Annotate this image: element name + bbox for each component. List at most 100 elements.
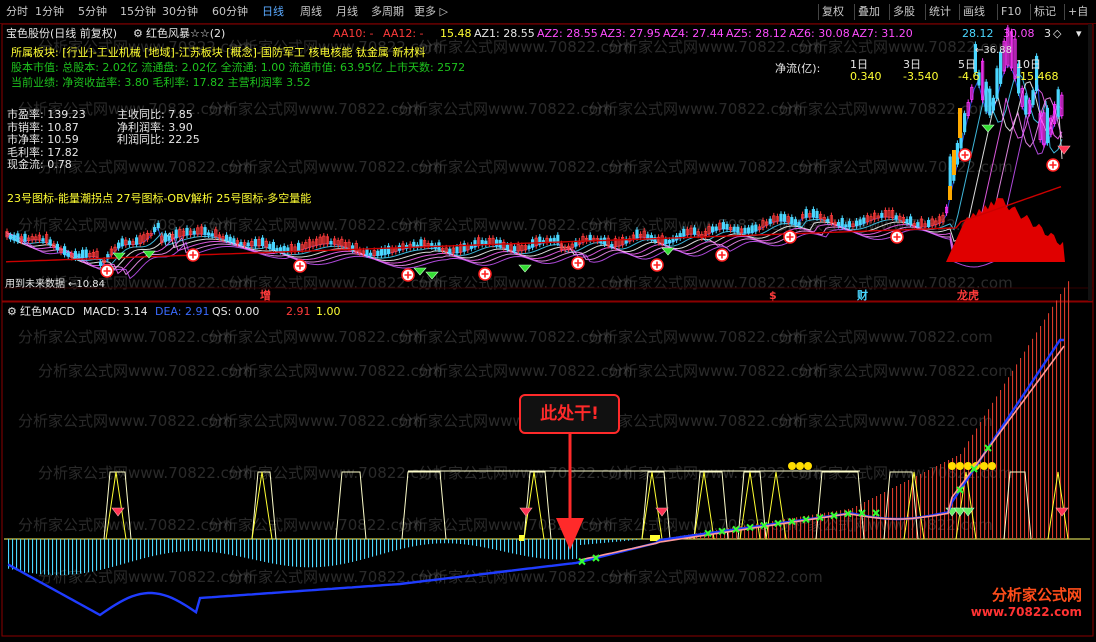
macd-histogram-bar xyxy=(32,539,34,574)
macd-histogram-bar xyxy=(524,539,526,556)
low-price-label: ←10.84 xyxy=(68,279,106,290)
candle-body xyxy=(152,227,157,232)
macd-histogram-bar xyxy=(1024,351,1026,539)
macd-histogram-bar xyxy=(96,539,98,571)
candle-body xyxy=(682,228,686,237)
candle-body xyxy=(55,243,60,250)
macd-histogram-bar xyxy=(932,468,934,539)
macd-histogram-bar xyxy=(416,539,418,546)
candle-body xyxy=(855,220,859,227)
candle-body xyxy=(210,233,214,237)
macd-histogram-bar xyxy=(944,462,946,539)
candle-body xyxy=(386,245,391,255)
event-marker-longhu[interactable]: 龙虎 xyxy=(957,289,979,302)
macd-histogram-bar xyxy=(264,539,266,562)
macd-name[interactable]: 红色MACD xyxy=(20,305,75,318)
macd-histogram-bar xyxy=(248,539,250,559)
macd-line xyxy=(7,338,1064,617)
macd-histogram-bar xyxy=(1048,313,1050,539)
candle-body xyxy=(296,242,301,252)
macd-histogram-bar xyxy=(636,539,638,540)
macd-histogram-bar xyxy=(176,539,178,553)
macd-histogram-bar xyxy=(972,434,974,539)
event-marker-zeng[interactable]: 增 xyxy=(260,289,271,302)
macd-histogram-bar xyxy=(48,539,50,575)
candle-body xyxy=(192,230,196,235)
macd-histogram-bar xyxy=(240,539,242,557)
chevron-right-icon[interactable]: ◇ xyxy=(1053,27,1061,40)
macd-histogram-bar xyxy=(928,470,930,539)
macd-histogram-bar xyxy=(396,539,398,551)
macd-histogram-bar xyxy=(100,539,102,570)
macd-histogram-bar xyxy=(312,539,314,568)
macd-histogram-bar xyxy=(620,539,622,542)
stock-title[interactable]: 宝色股份(日线 前复权) xyxy=(6,27,117,40)
period-tab-4[interactable]: 30分钟 xyxy=(162,4,198,20)
candle-body xyxy=(282,245,286,253)
macd-histogram-bar xyxy=(424,539,426,545)
period-tab-2[interactable]: 5分钟 xyxy=(78,4,107,20)
period-tab-3[interactable]: 15分钟 xyxy=(120,4,156,20)
candle-body xyxy=(156,222,160,229)
future-data-label: 用到未来数据 xyxy=(5,279,65,290)
macd-histogram-bar xyxy=(228,539,230,555)
toolbar-button-2[interactable]: 多股 xyxy=(893,4,915,20)
event-marker-dollar[interactable]: $ xyxy=(769,289,777,302)
yellow-square xyxy=(650,535,655,541)
toolbar-button-0[interactable]: 复权 xyxy=(822,4,844,20)
macd-histogram-bar xyxy=(108,539,110,568)
period-tab-5[interactable]: 60分钟 xyxy=(212,4,248,20)
candle-body xyxy=(840,217,844,227)
toolbar-button-7[interactable]: +自 xyxy=(1068,4,1088,20)
macd-histogram-bar xyxy=(104,539,106,569)
candle-body xyxy=(23,233,27,242)
toolbar-button-5[interactable]: F10 xyxy=(1001,4,1021,20)
period-tab-0[interactable]: 分时 xyxy=(6,4,28,20)
yellow-dot-icon xyxy=(980,462,988,470)
toolbar-button-3[interactable]: 统计 xyxy=(929,4,951,20)
toolbar-button-1[interactable]: 叠加 xyxy=(858,4,880,20)
macd-histogram-bar xyxy=(284,539,286,566)
right-value-3: 3 xyxy=(1044,27,1051,40)
red-gem-icon xyxy=(519,507,533,517)
period-tab-1[interactable]: 1分钟 xyxy=(35,4,64,20)
close-icon[interactable]: ▾ xyxy=(1076,27,1082,40)
gear-icon[interactable]: ⚙ xyxy=(7,305,17,318)
macd-v2: 1.00 xyxy=(316,305,341,318)
candle-body xyxy=(909,216,913,225)
gear-icon[interactable]: ⚙ xyxy=(133,27,143,40)
macd-histogram-bar xyxy=(1032,338,1034,539)
indicator-name[interactable]: 红色风暴☆☆(2) xyxy=(146,27,225,40)
az-value-2: 15.48 xyxy=(440,27,472,40)
chart-canvas[interactable] xyxy=(0,0,1096,642)
macd-histogram-bar xyxy=(984,415,986,539)
macd-histogram-bar xyxy=(548,539,550,560)
macd-histogram-bar xyxy=(76,539,78,575)
macd-histogram-bar xyxy=(576,539,578,559)
period-tab-6[interactable]: 日线 xyxy=(262,4,284,20)
az-value-4: AZ2: 28.55 xyxy=(537,27,598,40)
period-tab-9[interactable]: 多周期 xyxy=(371,4,404,20)
macd-histogram-bar xyxy=(36,539,38,574)
toolbar-button-6[interactable]: 标记 xyxy=(1034,4,1056,20)
green-diamond-icon xyxy=(413,267,427,276)
macd-histogram-bar xyxy=(232,539,234,556)
period-tab-8[interactable]: 月线 xyxy=(336,4,358,20)
event-marker-finance[interactable]: 财 xyxy=(857,289,868,302)
toolbar-button-4[interactable]: 画线 xyxy=(963,4,985,20)
macd-histogram-bar xyxy=(276,539,278,565)
period-tab-10[interactable]: 更多 ▷ xyxy=(414,4,448,20)
candle-body xyxy=(376,250,380,256)
candle-body xyxy=(858,219,862,226)
macd-histogram-bar xyxy=(440,539,442,544)
period-tab-7[interactable]: 周线 xyxy=(300,4,322,20)
macd-histogram-bar xyxy=(880,494,882,539)
macd-histogram-bar xyxy=(608,539,610,543)
macd-histogram-bar xyxy=(132,539,134,562)
candle-body xyxy=(480,240,484,245)
candle-body xyxy=(41,238,45,242)
candle-body xyxy=(1045,107,1049,144)
macd-histogram-bar xyxy=(324,539,326,567)
macd-histogram-bar xyxy=(1012,370,1014,539)
ratio-cash: 现金流: 0.78 xyxy=(7,158,72,171)
